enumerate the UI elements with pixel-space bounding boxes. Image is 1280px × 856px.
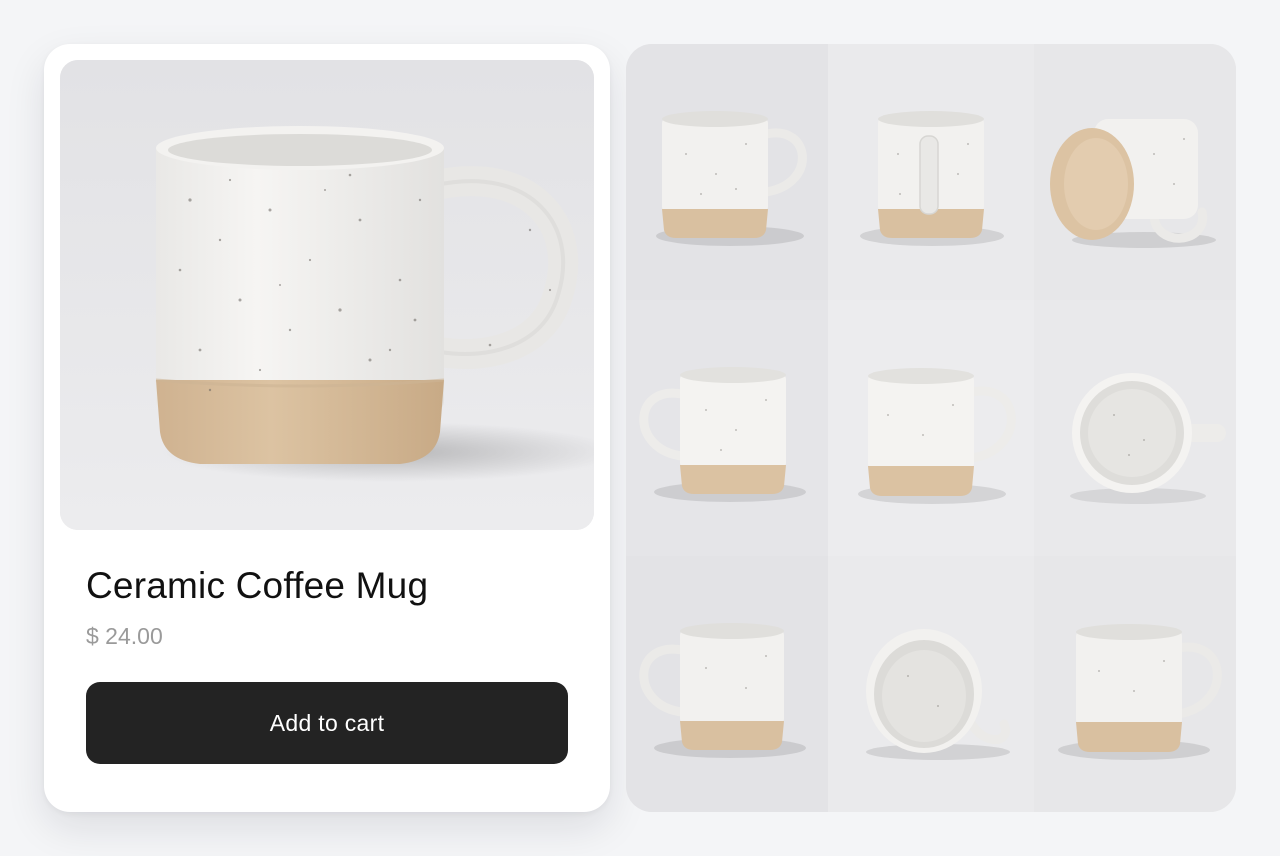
gallery-thumbnail-9[interactable] xyxy=(1034,556,1236,812)
mug-tipped-base-image xyxy=(1050,119,1216,248)
mug-handle-left-image xyxy=(639,623,806,758)
gallery-thumbnail-8[interactable] xyxy=(828,556,1034,812)
gallery-thumbnail-6[interactable] xyxy=(1034,300,1236,556)
mug-photo xyxy=(60,60,594,530)
gallery-thumbnail-3[interactable] xyxy=(1034,44,1236,300)
mug-top-down-image xyxy=(1070,373,1226,504)
product-title: Ceramic Coffee Mug xyxy=(86,565,429,606)
gallery-thumbnail-4[interactable] xyxy=(626,300,828,556)
gallery-thumbnail-7[interactable] xyxy=(626,556,828,812)
product-card: Ceramic Coffee Mug $ 24.00 Add to cart xyxy=(44,44,610,812)
gallery-thumbnail-1[interactable] xyxy=(626,44,828,300)
page-background: Ceramic Coffee Mug $ 24.00 Add to cart xyxy=(0,0,1280,856)
gallery-thumbnail-2[interactable] xyxy=(828,44,1034,300)
mug-upside-down-image xyxy=(866,629,1010,760)
mug-handle-right-image xyxy=(858,368,1016,504)
gallery-thumbnail-5[interactable] xyxy=(828,300,1034,556)
product-hero-image[interactable] xyxy=(60,60,594,530)
mug-handle-left-image xyxy=(639,367,806,502)
product-image-gallery xyxy=(626,44,1236,812)
add-to-cart-button[interactable]: Add to cart xyxy=(86,682,568,764)
mug-handle-right-image xyxy=(656,111,807,246)
product-price: $ 24.00 xyxy=(86,623,163,649)
mug-handle-right-image xyxy=(1058,624,1222,760)
mug-handle-back-image xyxy=(860,111,1004,246)
